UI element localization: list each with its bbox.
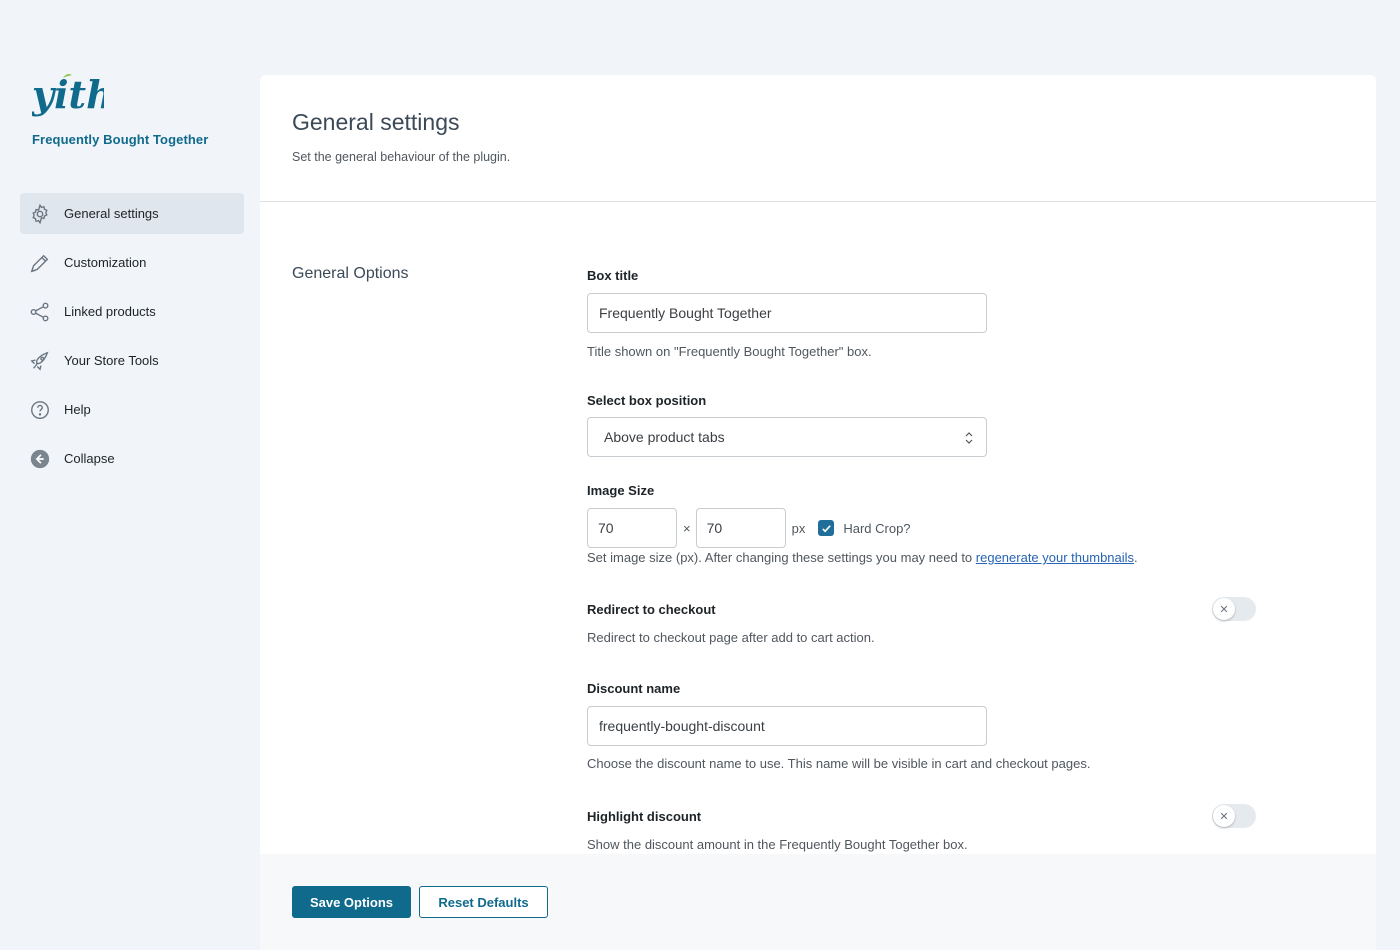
settings-panel: General settings Set the general behavio… xyxy=(260,75,1376,950)
plugin-name: Frequently Bought Together xyxy=(32,132,209,147)
sidebar-item-linked-products[interactable]: Linked products xyxy=(20,291,244,332)
yith-logo: yith xyxy=(31,72,114,120)
image-size-label: Image Size xyxy=(587,483,655,498)
image-size-help: Set image size (px). After changing thes… xyxy=(587,550,1138,565)
discount-name-help: Choose the discount name to use. This na… xyxy=(587,756,1091,771)
box-position-label: Select box position xyxy=(587,393,707,408)
hard-crop-label: Hard Crop? xyxy=(843,520,911,536)
sidebar-item-help[interactable]: Help xyxy=(20,389,244,430)
image-height-input[interactable] xyxy=(695,508,786,548)
collapse-arrow-icon xyxy=(29,448,51,470)
rocket-icon xyxy=(29,350,51,372)
reset-defaults-button[interactable]: Reset Defaults xyxy=(419,886,548,918)
redirect-field: Redirect to checkout Redirect to checkou… xyxy=(587,602,875,645)
redirect-label: Redirect to checkout xyxy=(587,602,716,617)
question-circle-icon xyxy=(29,399,51,421)
box-position-field: Select box position Above product tabs xyxy=(587,393,987,457)
sidebar-item-label: Collapse xyxy=(64,451,115,466)
page-title: General settings xyxy=(292,109,460,135)
share-icon xyxy=(29,301,51,323)
redirect-help: Redirect to checkout page after add to c… xyxy=(587,630,875,645)
highlight-label: Highlight discount xyxy=(587,809,702,824)
times-sign: × xyxy=(683,520,691,536)
sidebar-item-label: General settings xyxy=(64,206,159,221)
image-size-help-text: Set image size (px). After changing thes… xyxy=(587,550,976,565)
footer-actions: Save Options Reset Defaults xyxy=(260,854,1376,950)
section-title: General Options xyxy=(292,265,409,282)
sidebar-item-general-settings[interactable]: General settings xyxy=(20,193,244,234)
box-position-select[interactable]: Above product tabs xyxy=(587,417,987,457)
highlight-toggle[interactable]: ✕ xyxy=(1212,804,1256,828)
sidebar-nav: General settings Customization Linked pr… xyxy=(20,193,244,487)
toggle-off-icon: ✕ xyxy=(1213,598,1235,620)
gear-icon xyxy=(29,203,51,225)
sidebar-item-label: Customization xyxy=(64,255,147,270)
pencil-icon xyxy=(29,252,51,274)
panel-header: General settings Set the general behavio… xyxy=(260,75,1376,202)
discount-name-input[interactable] xyxy=(587,706,987,746)
image-size-field: Image Size × px Hard Crop? Set image siz… xyxy=(587,483,1138,565)
hard-crop-checkbox[interactable] xyxy=(818,520,835,536)
discount-name-field: Discount name Choose the discount name t… xyxy=(587,681,1090,771)
toggle-off-icon: ✕ xyxy=(1213,805,1235,827)
page-description: Set the general behaviour of the plugin. xyxy=(292,150,511,164)
box-title-field: Box title Title shown on "Frequently Bou… xyxy=(587,268,987,359)
sidebar-item-store-tools[interactable]: Your Store Tools xyxy=(20,340,244,381)
box-position-value: Above product tabs xyxy=(604,429,725,445)
sidebar: yith Frequently Bought Together General … xyxy=(0,0,260,950)
image-size-help-suffix: . xyxy=(1134,550,1138,565)
checkmark-icon xyxy=(822,524,831,532)
box-title-help: Title shown on "Frequently Bought Togeth… xyxy=(587,344,872,359)
box-title-label: Box title xyxy=(587,268,639,283)
discount-name-label: Discount name xyxy=(587,681,681,696)
highlight-field: Highlight discount Show the discount amo… xyxy=(587,809,968,852)
sidebar-item-collapse[interactable]: Collapse xyxy=(20,438,244,479)
save-options-button[interactable]: Save Options xyxy=(292,886,411,918)
redirect-toggle[interactable]: ✕ xyxy=(1212,597,1256,621)
sidebar-item-customization[interactable]: Customization xyxy=(20,242,244,283)
sidebar-item-label: Linked products xyxy=(64,304,156,319)
highlight-help: Show the discount amount in the Frequent… xyxy=(587,837,968,852)
regenerate-thumbnails-link[interactable]: regenerate your thumbnails xyxy=(976,550,1134,565)
px-unit: px xyxy=(791,520,806,536)
select-arrows-icon xyxy=(965,432,973,444)
image-width-input[interactable] xyxy=(587,508,677,548)
sidebar-item-label: Your Store Tools xyxy=(64,353,159,368)
svg-text:yith: yith xyxy=(32,72,104,117)
box-title-input[interactable] xyxy=(587,293,987,333)
sidebar-item-label: Help xyxy=(64,402,91,417)
